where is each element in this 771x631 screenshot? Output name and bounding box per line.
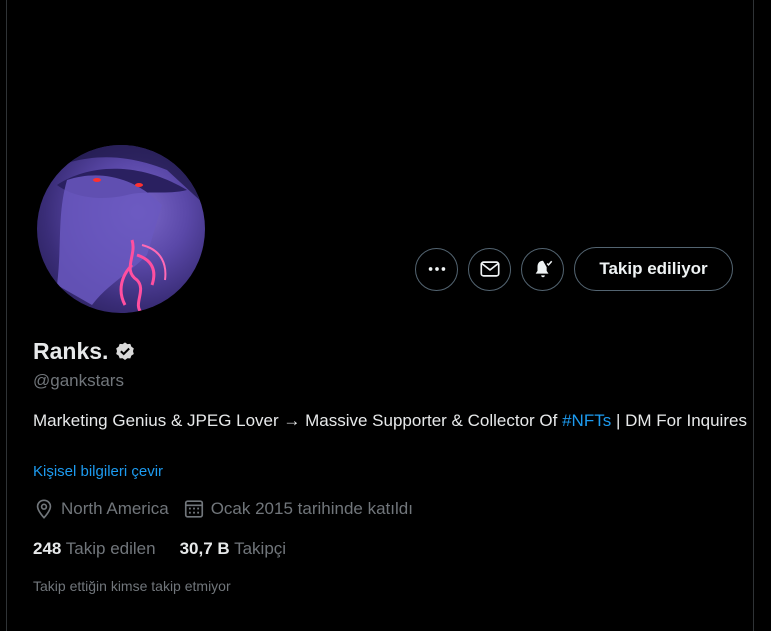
name-row: Ranks. [33,338,136,365]
verified-icon[interactable] [114,341,136,363]
following-button[interactable]: Takip ediliyor [574,247,733,291]
following-link[interactable]: 248 Takip edilen [33,539,156,559]
avatar[interactable] [37,145,205,313]
message-button[interactable] [468,247,511,291]
more-icon [428,267,445,271]
mail-icon [479,261,500,277]
bell-icon [535,260,552,278]
profile-panel: Takip ediliyor Ranks. @gankstars Marketi… [6,0,754,631]
more-button[interactable] [415,247,458,291]
translate-bio-link[interactable]: Kişisel bilgileri çevir [33,463,163,480]
joined-item: Ocak 2015 tarihinde katıldı [183,498,413,520]
profile-actions: Takip ediliyor [415,247,733,291]
avatar-image [37,145,205,313]
following-count: 248 [33,539,62,558]
joined-text: Ocak 2015 tarihinde katıldı [210,499,413,518]
followers-count: 30,7 B [179,539,230,558]
bio-text-before: Marketing Genius & JPEG Lover → Massive … [33,411,563,430]
notifications-button[interactable] [521,247,564,291]
followers-you-know-note: Takip ettiğin kimse takip etmiyor [33,578,231,594]
hashtag-link[interactable]: #NFTs [562,411,611,430]
calendar-icon [184,500,203,518]
display-name: Ranks. [33,338,109,364]
location-text: North America [61,499,169,518]
followers-label: Takipçi [234,539,287,558]
bio: Marketing Genius & JPEG Lover → Massive … [33,408,753,433]
profile-meta: North America Ocak 2015 tarihinde katıld… [33,498,413,520]
follow-stats: 248 Takip edilen 30,7 B Takipçi [33,539,286,559]
location-icon [36,499,52,519]
location-item: North America [33,498,169,520]
following-label: Takip edilen [65,539,156,558]
handle: @gankstars [33,371,124,390]
followers-link[interactable]: 30,7 B Takipçi [180,539,286,559]
bio-text-after: | DM For Inquires [611,411,747,430]
